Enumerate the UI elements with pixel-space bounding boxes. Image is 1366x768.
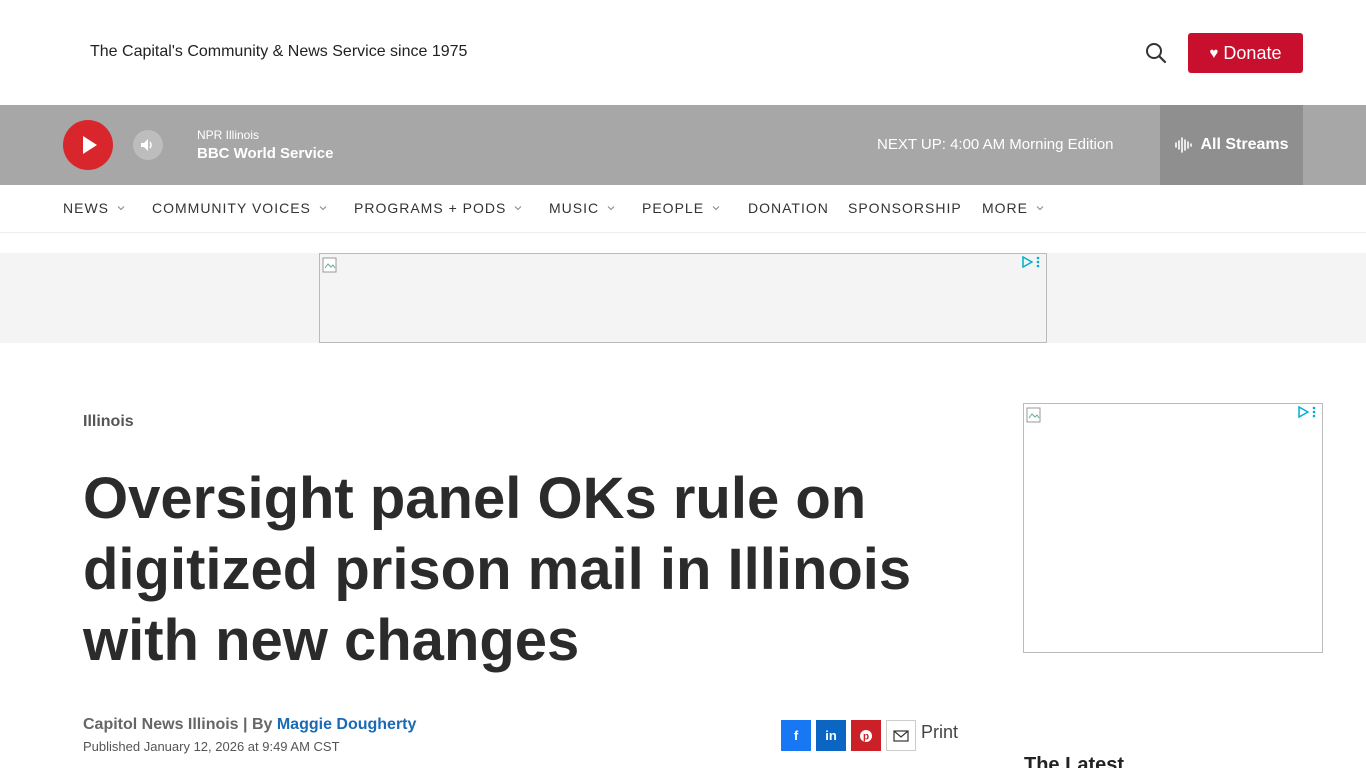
heart-icon: ♥ <box>1209 44 1219 62</box>
nav-item-sponsorship[interactable]: SPONSORSHIP <box>848 200 962 216</box>
nav-item-community-voices[interactable]: COMMUNITY VOICES <box>152 200 327 216</box>
byline-source: Capitol News Illinois | By <box>83 716 277 733</box>
live-stream-player: NPR Illinois BBC World Service NEXT UP: … <box>0 105 1366 185</box>
adchoices-icon[interactable] <box>1297 406 1316 418</box>
play-button[interactable] <box>63 120 113 170</box>
nav-item-donation[interactable]: DONATION <box>748 200 829 216</box>
share-email-button[interactable] <box>886 720 916 751</box>
facebook-icon: f <box>793 728 799 743</box>
article-category-link[interactable]: Illinois <box>83 413 134 431</box>
nav-label: NEWS <box>63 200 109 216</box>
svg-text:p: p <box>863 731 869 742</box>
pinterest-icon: p <box>860 729 872 742</box>
share-facebook-button[interactable]: f <box>781 720 811 751</box>
chevron-down-icon <box>117 206 125 211</box>
next-up-text: NEXT UP: 4:00 AM Morning Edition <box>877 136 1114 153</box>
station-network: NPR Illinois <box>197 128 260 142</box>
sidebar-ad[interactable] <box>1023 403 1323 653</box>
nav-label: MORE <box>982 200 1028 216</box>
nav-item-programs-pods[interactable]: PROGRAMS + PODS <box>354 200 522 216</box>
donate-button[interactable]: ♥ Donate <box>1188 33 1303 73</box>
email-icon <box>893 729 909 742</box>
article-byline: Capitol News Illinois | By Maggie Doughe… <box>83 716 416 734</box>
nav-label: COMMUNITY VOICES <box>152 200 311 216</box>
linkedin-icon: in <box>825 728 837 743</box>
audio-wave-icon <box>1175 137 1193 153</box>
main-navigation: NEWS COMMUNITY VOICES PROGRAMS + PODS MU… <box>0 185 1366 233</box>
nav-item-more[interactable]: MORE <box>982 200 1044 216</box>
share-pinterest-button[interactable]: p <box>851 720 881 751</box>
published-date: Published January 12, 2026 at 9:49 AM CS… <box>83 739 340 754</box>
nav-label: PEOPLE <box>642 200 705 216</box>
nav-label: PROGRAMS + PODS <box>354 200 507 216</box>
nav-label: MUSIC <box>549 200 600 216</box>
all-streams-button[interactable]: All Streams <box>1160 105 1303 185</box>
volume-icon <box>141 139 152 151</box>
nav-item-news[interactable]: NEWS <box>63 200 125 216</box>
author-link[interactable]: Maggie Dougherty <box>277 716 417 733</box>
volume-button[interactable] <box>133 130 163 160</box>
nav-item-people[interactable]: PEOPLE <box>642 200 720 216</box>
broken-image-icon <box>322 257 337 273</box>
nav-label: SPONSORSHIP <box>848 200 962 216</box>
share-linkedin-button[interactable]: in <box>816 720 846 751</box>
play-icon <box>83 136 97 154</box>
latest-heading: The Latest <box>1024 754 1125 768</box>
now-playing: BBC World Service <box>197 145 334 162</box>
search-icon[interactable] <box>1143 40 1169 66</box>
site-header: The Capital's Community & News Service s… <box>0 0 1366 105</box>
nav-item-music[interactable]: MUSIC <box>549 200 615 216</box>
adchoices-icon[interactable] <box>1021 256 1040 268</box>
site-tagline: The Capital's Community & News Service s… <box>90 43 468 60</box>
chevron-down-icon <box>607 206 615 211</box>
article-headline: Oversight panel OKs rule on digitized pr… <box>83 466 912 673</box>
print-button[interactable]: Print <box>921 722 958 743</box>
chevron-down-icon <box>514 206 522 211</box>
broken-image-icon <box>1026 407 1041 423</box>
ad-strip <box>0 253 1366 343</box>
all-streams-label: All Streams <box>1200 136 1289 153</box>
chevron-down-icon <box>319 206 327 211</box>
nav-label: DONATION <box>748 200 829 216</box>
banner-ad[interactable] <box>319 253 1047 343</box>
chevron-down-icon <box>712 206 720 211</box>
donate-label: Donate <box>1223 42 1282 63</box>
chevron-down-icon <box>1036 206 1044 211</box>
